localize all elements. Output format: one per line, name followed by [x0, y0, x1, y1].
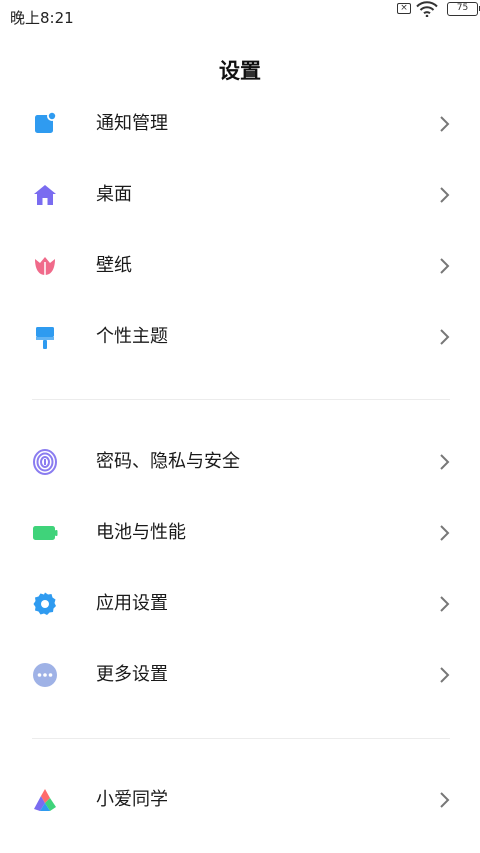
settings-item-label: 应用设置: [96, 593, 168, 614]
settings-item-label: 个性主题: [96, 326, 168, 347]
battery-icon: 75: [447, 2, 480, 16]
chevron-right-icon: [440, 454, 450, 470]
settings-item-battery-performance[interactable]: 电池与性能: [0, 500, 480, 566]
chevron-right-icon: [440, 596, 450, 612]
section-divider: [32, 738, 450, 739]
settings-item-wallpaper[interactable]: 壁纸: [0, 233, 480, 299]
chevron-right-icon: [440, 792, 450, 808]
settings-item-label: 电池与性能: [96, 522, 186, 543]
xiaoai-icon: [34, 789, 56, 811]
home-icon: [34, 185, 56, 205]
fingerprint-icon: [33, 449, 57, 475]
chevron-right-icon: [440, 258, 450, 274]
settings-item-label: 通知管理: [96, 113, 168, 134]
settings-item-privacy-security[interactable]: 密码、隐私与安全: [0, 429, 480, 495]
status-time: 晚上8:21: [10, 9, 74, 27]
wifi-icon: [416, 1, 438, 17]
section-divider: [32, 399, 450, 400]
brush-icon: [36, 327, 54, 349]
sim-disabled-icon: ×: [397, 3, 411, 14]
settings-item-themes[interactable]: 个性主题: [0, 304, 480, 370]
notification-icon: [35, 111, 57, 133]
settings-item-label: 密码、隐私与安全: [96, 451, 240, 472]
more-icon: [33, 663, 57, 687]
gear-icon: [33, 592, 56, 615]
settings-item-label: 桌面: [96, 184, 132, 205]
settings-item-label: 更多设置: [96, 664, 168, 685]
status-bar: 晚上8:21 × 75: [0, 0, 480, 34]
chevron-right-icon: [440, 525, 450, 541]
settings-item-more-settings[interactable]: 更多设置: [0, 642, 480, 708]
chevron-right-icon: [440, 667, 450, 683]
settings-item-label: 小爱同学: [96, 789, 168, 810]
battery-level: 75: [456, 3, 469, 13]
settings-item-xiaoai[interactable]: 小爱同学: [0, 767, 480, 833]
chevron-right-icon: [440, 329, 450, 345]
page-title: 设置: [219, 59, 261, 83]
settings-item-app-settings[interactable]: 应用设置: [0, 571, 480, 637]
battery-icon: [33, 526, 58, 540]
settings-item-notifications[interactable]: 通知管理: [0, 91, 480, 157]
settings-item-label: 壁纸: [96, 255, 132, 276]
settings-item-desktop[interactable]: 桌面: [0, 162, 480, 228]
tulip-icon: [35, 257, 55, 275]
chevron-right-icon: [440, 116, 450, 132]
chevron-right-icon: [440, 187, 450, 203]
